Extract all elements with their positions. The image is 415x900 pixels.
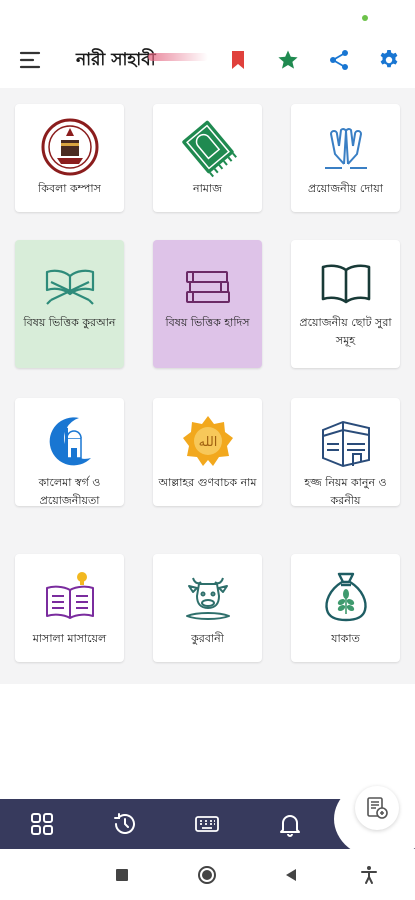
- prayer-mat-icon: [177, 116, 239, 178]
- tile-hadith-topic[interactable]: বিষয় ভিত্তিক হাদিস: [153, 240, 262, 368]
- status-bar: [0, 0, 415, 30]
- notification-dot: [362, 15, 368, 21]
- tile-short-surah[interactable]: প্রয়োজনীয় ছোট সুরা সমূহ: [291, 240, 400, 368]
- open-book-icon: [315, 252, 377, 314]
- tile-label: নামাজ: [193, 182, 222, 195]
- tile-label: বিষয় ভিত্তিক কুরআন: [23, 316, 116, 329]
- tile-quran-topic[interactable]: বিষয় ভিত্তিক কুরআন: [15, 240, 124, 368]
- mosque-moon-icon: [39, 410, 101, 472]
- menu-icon[interactable]: [18, 47, 44, 73]
- back-icon[interactable]: [280, 864, 302, 886]
- bookmark-icon[interactable]: [226, 48, 250, 72]
- accessibility-icon[interactable]: [358, 864, 380, 886]
- tile-label: প্রয়োজনীয় ছোট সুরা সমূহ: [299, 316, 392, 347]
- grid-icon[interactable]: [27, 809, 57, 839]
- cow-icon: [177, 566, 239, 628]
- gear-icon[interactable]: [377, 48, 401, 72]
- tile-hajj[interactable]: হজ্জ নিয়ম কানুন ও করনীয়: [291, 398, 400, 507]
- app-header: নারী সাহাবী: [0, 34, 415, 86]
- kaaba-icon: [315, 410, 377, 472]
- svg-text:الله: الله: [198, 435, 217, 450]
- feature-grid: কিবলা কম্পাস নামাজ প্রয়োজনীয় দোয়া বিষ…: [0, 88, 415, 684]
- books-stack-icon: [177, 252, 239, 314]
- praying-hands-icon: [315, 116, 377, 178]
- recents-icon[interactable]: [111, 864, 133, 886]
- tile-dua[interactable]: প্রয়োজনীয় দোয়া: [291, 104, 400, 212]
- history-icon[interactable]: [110, 809, 140, 839]
- tile-label: আল্লাহর গুণবাচক নাম: [158, 476, 257, 489]
- qibla-compass-icon: [39, 116, 101, 178]
- system-navigation: [0, 849, 415, 900]
- tile-label: যাকাত: [331, 632, 360, 645]
- tile-label: কিবলা কম্পাস: [38, 182, 101, 195]
- tile-label: কুরবানী: [191, 632, 224, 645]
- tile-masala[interactable]: মাসালা মাসায়েল: [15, 554, 124, 662]
- tile-label: মাসালা মাসায়েল: [32, 632, 107, 645]
- tile-qurbani[interactable]: কুরবানী: [153, 554, 262, 662]
- tile-label: হজ্জ নিয়ম কানুন ও করনীয়: [304, 476, 387, 507]
- calculator-doc-icon[interactable]: [355, 786, 399, 830]
- share-icon[interactable]: [327, 48, 351, 72]
- money-bag-icon: [315, 566, 377, 628]
- tile-qibla-compass[interactable]: কিবলা কম্পাস: [15, 104, 124, 212]
- tile-label: প্রয়োজনীয় দোয়া: [308, 182, 383, 195]
- tile-label: বিষয় ভিত্তিক হাদিস: [165, 316, 250, 329]
- tile-zakat[interactable]: যাকাত: [291, 554, 400, 662]
- tile-label: কালেমা স্বর্গ ও প্রয়োজনীয়তা: [38, 476, 101, 507]
- quran-stand-icon: [39, 252, 101, 314]
- tile-namaz[interactable]: নামাজ: [153, 104, 262, 212]
- idea-book-icon: [39, 566, 101, 628]
- bell-icon[interactable]: [275, 809, 305, 839]
- tile-kalema[interactable]: কালেমা স্বর্গ ও প্রয়োজনীয়তা: [15, 398, 124, 507]
- star-icon[interactable]: [276, 48, 300, 72]
- tile-asmaul-husna[interactable]: الله আল্লাহর গুণবাচক নাম: [153, 398, 262, 506]
- page-title: নারী সাহাবী: [76, 50, 156, 70]
- title-highlight: [148, 53, 208, 61]
- home-icon[interactable]: [196, 864, 218, 886]
- allah-star-icon: الله: [177, 410, 239, 472]
- keyboard-icon[interactable]: [192, 809, 222, 839]
